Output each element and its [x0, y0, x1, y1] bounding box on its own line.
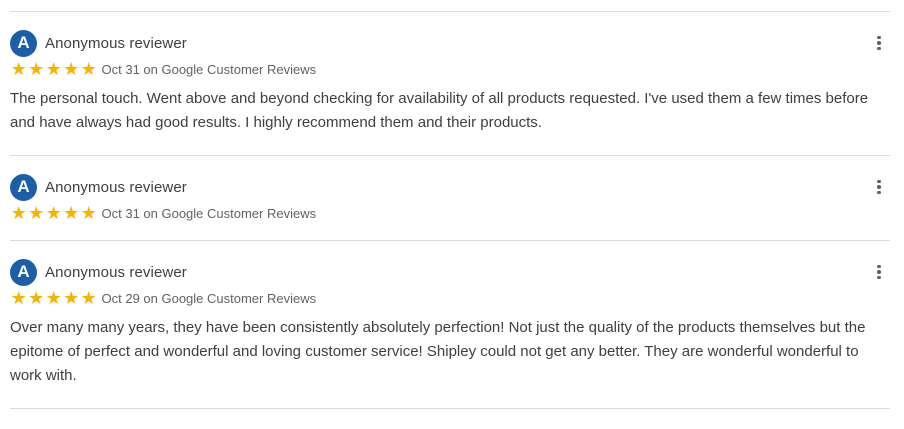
star-rating: ★ ★ ★ ★ ★ — [10, 289, 98, 307]
star-icon: ★ — [10, 203, 27, 223]
star-icon: ★ — [10, 288, 27, 308]
star-icon: ★ — [45, 59, 62, 79]
review-header: A Anonymous reviewer — [10, 173, 890, 201]
review-item: A Anonymous reviewer ★ ★ ★ ★ ★ Oct 31 on… — [10, 12, 890, 156]
star-rating: ★ ★ ★ ★ ★ — [10, 204, 98, 222]
avatar: A — [10, 173, 37, 201]
avatar: A — [10, 29, 37, 57]
avatar: A — [10, 258, 37, 286]
review-date-source: Oct 31 on Google Customer Reviews — [101, 205, 317, 221]
star-rating: ★ ★ ★ ★ ★ — [10, 60, 98, 78]
star-icon: ★ — [28, 203, 45, 223]
review-item: A Anonymous reviewer ★ ★ ★ ★ ★ Oct 31 on… — [10, 156, 890, 241]
review-text: Over many many years, they have been con… — [10, 319, 866, 384]
reviews-list: A Anonymous reviewer ★ ★ ★ ★ ★ Oct 31 on… — [10, 11, 890, 409]
star-icon: ★ — [80, 59, 97, 79]
review-date-source: Oct 31 on Google Customer Reviews — [101, 61, 317, 77]
star-icon: ★ — [45, 203, 62, 223]
reviewer-name: Anonymous reviewer — [45, 178, 187, 196]
review-header: A Anonymous reviewer — [10, 29, 890, 57]
more-options-icon[interactable] — [872, 261, 886, 283]
star-icon: ★ — [63, 203, 80, 223]
star-icon: ★ — [28, 288, 45, 308]
star-icon: ★ — [63, 288, 80, 308]
review-meta: ★ ★ ★ ★ ★ Oct 29 on Google Customer Revi… — [10, 288, 890, 308]
review-header: A Anonymous reviewer — [10, 258, 890, 286]
review-item: A Anonymous reviewer ★ ★ ★ ★ ★ Oct 29 on… — [10, 241, 890, 409]
reviewer-name: Anonymous reviewer — [45, 263, 187, 281]
star-icon: ★ — [63, 59, 80, 79]
reviewer-name: Anonymous reviewer — [45, 34, 187, 52]
review-text: The personal touch. Went above and beyon… — [10, 90, 869, 131]
review-meta: ★ ★ ★ ★ ★ Oct 31 on Google Customer Revi… — [10, 59, 890, 79]
star-icon: ★ — [45, 288, 62, 308]
more-options-icon[interactable] — [872, 176, 886, 198]
review-date-source: Oct 29 on Google Customer Reviews — [101, 290, 317, 306]
star-icon: ★ — [10, 59, 27, 79]
star-icon: ★ — [80, 203, 97, 223]
review-meta: ★ ★ ★ ★ ★ Oct 31 on Google Customer Revi… — [10, 203, 890, 223]
more-options-icon[interactable] — [872, 32, 886, 54]
star-icon: ★ — [80, 288, 97, 308]
star-icon: ★ — [28, 59, 45, 79]
